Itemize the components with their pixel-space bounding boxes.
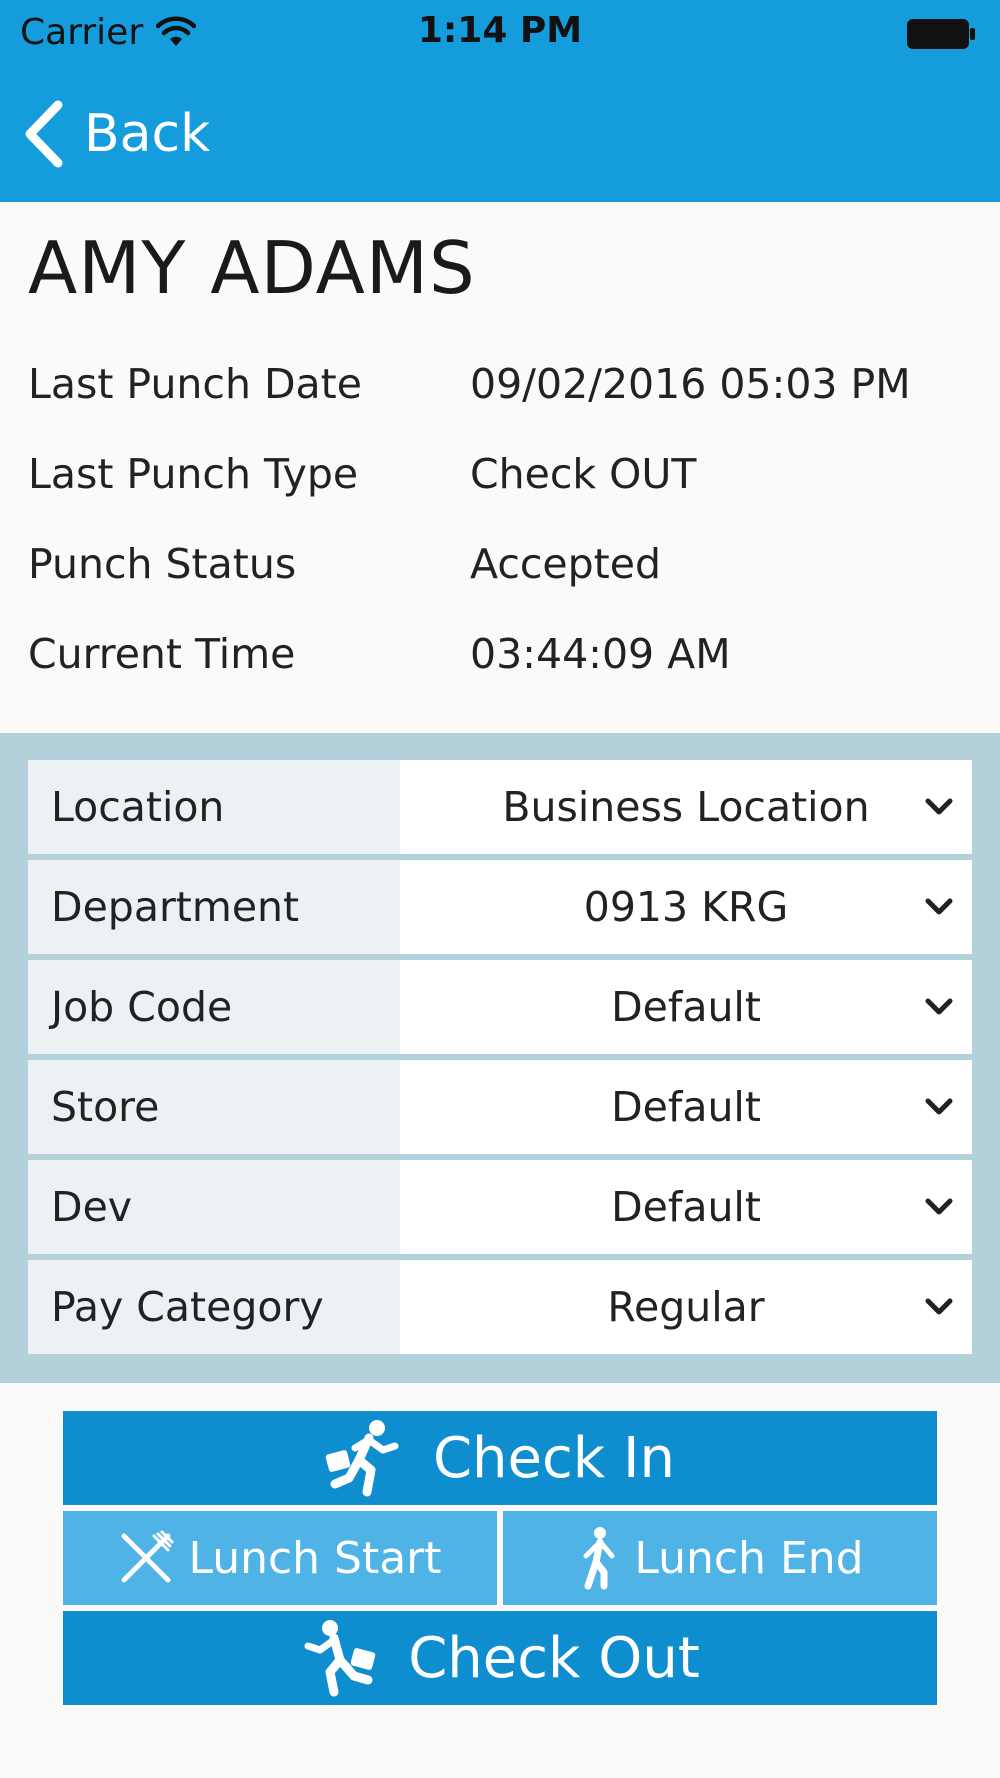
- back-button[interactable]: Back: [22, 94, 210, 174]
- detail-value: Accepted: [470, 540, 661, 588]
- status-bar: Carrier 1:14 PM: [0, 0, 1000, 70]
- check-out-button[interactable]: Check Out: [63, 1611, 937, 1705]
- field-store[interactable]: Store Default: [28, 1060, 972, 1154]
- chevron-down-icon: [925, 1198, 953, 1215]
- punch-fields-panel: Location Business Location Department 09…: [0, 733, 1000, 1383]
- detail-value: 09/02/2016 05:03 PM: [470, 360, 911, 408]
- employee-name: AMY ADAMS: [28, 226, 476, 310]
- dev-select[interactable]: Default: [400, 1160, 972, 1254]
- field-value: Default: [611, 983, 761, 1031]
- field-label: Pay Category: [28, 1260, 400, 1354]
- detail-row-current-time: Current Time 03:44:09 AM: [28, 630, 988, 720]
- detail-label: Last Punch Date: [28, 360, 362, 408]
- field-value: 0913 KRG: [583, 883, 789, 931]
- detail-row-punch-status: Punch Status Accepted: [28, 540, 988, 630]
- detail-label: Current Time: [28, 630, 296, 678]
- field-value: Business Location: [502, 783, 870, 831]
- navigation-bar: Back: [0, 70, 1000, 202]
- chevron-down-icon: [925, 1298, 953, 1315]
- chevron-down-icon: [925, 798, 953, 815]
- running-person-briefcase-icon: [304, 1620, 376, 1697]
- field-dev[interactable]: Dev Default: [28, 1160, 972, 1254]
- field-label: Location: [28, 760, 400, 854]
- location-select[interactable]: Business Location: [400, 760, 972, 854]
- lunch-start-label: Lunch Start: [188, 1532, 442, 1584]
- field-label: Store: [28, 1060, 400, 1154]
- fork-knife-icon: [121, 1530, 174, 1583]
- detail-value: 03:44:09 AM: [470, 630, 731, 678]
- store-select[interactable]: Default: [400, 1060, 972, 1154]
- detail-row-last-punch-type: Last Punch Type Check OUT: [28, 450, 988, 540]
- back-label: Back: [84, 104, 211, 164]
- field-value: Default: [611, 1083, 761, 1131]
- detail-label: Punch Status: [28, 540, 297, 588]
- battery-icon: [907, 19, 975, 49]
- chevron-down-icon: [925, 1098, 953, 1115]
- field-pay-category[interactable]: Pay Category Regular: [28, 1260, 972, 1354]
- running-person-briefcase-icon: [325, 1420, 399, 1497]
- department-select[interactable]: 0913 KRG: [400, 860, 972, 954]
- chevron-left-icon: [25, 100, 63, 168]
- lunch-start-button[interactable]: Lunch Start: [63, 1511, 497, 1605]
- pay-category-select[interactable]: Regular: [400, 1260, 972, 1354]
- check-in-button[interactable]: Check In: [63, 1411, 937, 1505]
- field-label: Department: [28, 860, 400, 954]
- field-value: Default: [611, 1183, 761, 1231]
- field-value: Regular: [607, 1283, 765, 1331]
- status-time: 1:14 PM: [417, 10, 583, 51]
- field-location[interactable]: Location Business Location: [28, 760, 972, 854]
- lunch-end-button[interactable]: Lunch End: [503, 1511, 937, 1605]
- punch-details: Last Punch Date 09/02/2016 05:03 PM Last…: [28, 360, 988, 720]
- field-department[interactable]: Department 0913 KRG: [28, 860, 972, 954]
- field-label: Dev: [28, 1160, 400, 1254]
- check-out-label: Check Out: [408, 1625, 700, 1691]
- chevron-down-icon: [925, 998, 953, 1015]
- header: Carrier 1:14 PM Back: [0, 0, 1000, 202]
- detail-row-last-punch-date: Last Punch Date 09/02/2016 05:03 PM: [28, 360, 988, 450]
- check-in-label: Check In: [432, 1425, 676, 1491]
- field-job-code[interactable]: Job Code Default: [28, 960, 972, 1054]
- field-label: Job Code: [28, 960, 400, 1054]
- detail-value: Check OUT: [470, 450, 697, 498]
- detail-label: Last Punch Type: [28, 450, 359, 498]
- lunch-end-label: Lunch End: [634, 1532, 864, 1584]
- job-code-select[interactable]: Default: [400, 960, 972, 1054]
- walking-person-icon: [583, 1527, 615, 1590]
- chevron-down-icon: [925, 898, 953, 915]
